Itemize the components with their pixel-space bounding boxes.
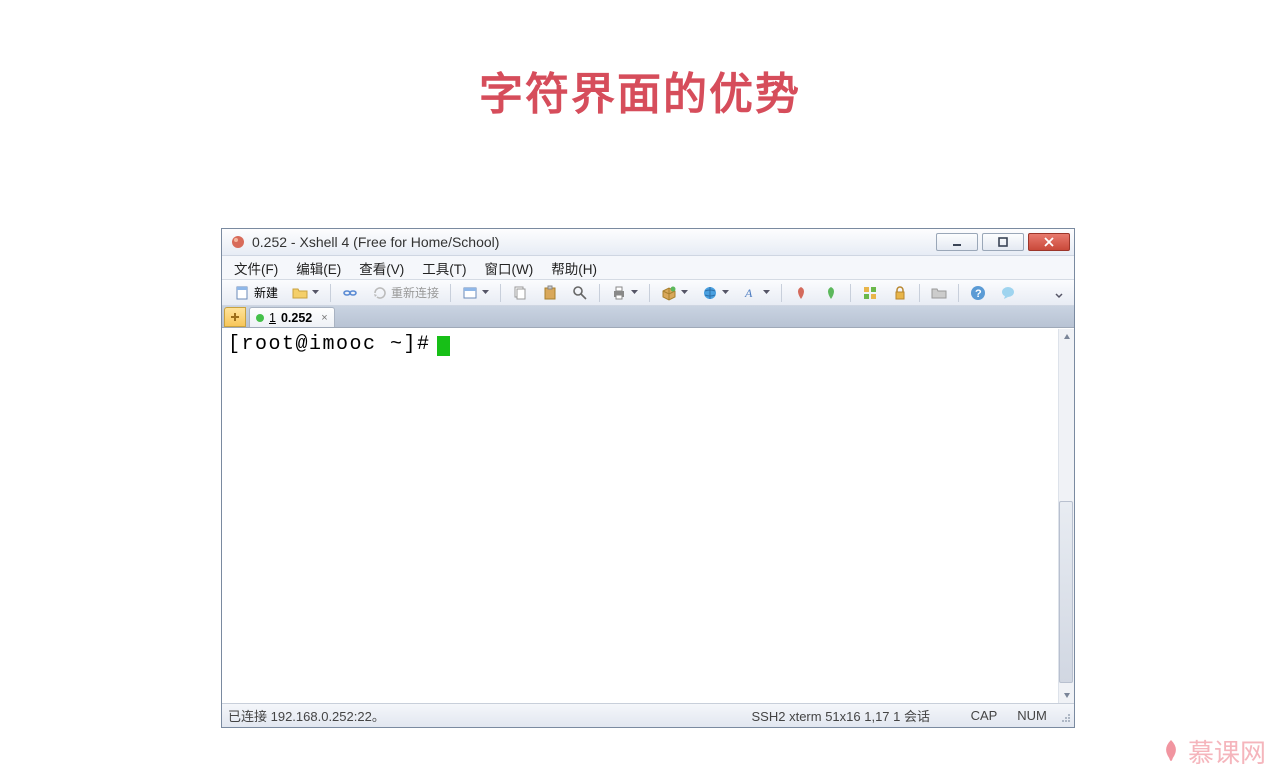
menu-bar: 文件(F) 编辑(E) 查看(V) 工具(T) 窗口(W) 帮助(H) xyxy=(222,256,1074,280)
toolbar-separator xyxy=(850,284,851,302)
lock-icon xyxy=(892,285,908,301)
menu-help[interactable]: 帮助(H) xyxy=(551,258,597,278)
chat-icon xyxy=(1000,285,1016,301)
copy-icon xyxy=(512,285,528,301)
chevron-down-icon xyxy=(681,289,688,296)
tab-close-button[interactable]: × xyxy=(321,312,327,324)
watermark-text: 慕课网 xyxy=(1188,733,1266,770)
grid-icon xyxy=(862,285,878,301)
minimize-button[interactable] xyxy=(936,233,978,251)
status-session-info: SSH2 xterm 51x16 1,17 1 会话 xyxy=(752,706,960,725)
font-icon: A xyxy=(743,285,759,301)
maximize-button[interactable] xyxy=(982,233,1024,251)
resize-grip-icon[interactable] xyxy=(1056,708,1072,724)
print-button[interactable] xyxy=(606,282,643,304)
status-capslock: CAP xyxy=(960,708,1008,723)
toolbar-separator xyxy=(500,284,501,302)
menu-file[interactable]: 文件(F) xyxy=(234,258,278,278)
reconnect-icon xyxy=(372,285,388,301)
tab-label: 0.252 xyxy=(281,311,312,325)
terminal-content: [root@imooc ~]# xyxy=(222,329,1074,360)
run-button[interactable] xyxy=(818,282,844,304)
status-numlock: NUM xyxy=(1008,708,1056,723)
folder-button[interactable] xyxy=(926,282,952,304)
scroll-thumb[interactable] xyxy=(1059,501,1073,683)
toolbar-separator xyxy=(330,284,331,302)
folder-icon xyxy=(931,285,947,301)
svg-text:?: ? xyxy=(975,288,982,300)
vertical-scrollbar[interactable] xyxy=(1058,329,1074,703)
globe-icon xyxy=(702,285,718,301)
chevron-down-icon xyxy=(312,289,319,296)
slide-title: 字符界面的优势 xyxy=(0,58,1280,122)
paste-icon xyxy=(542,285,558,301)
chevron-down-icon xyxy=(763,289,770,296)
new-button[interactable]: 新建 xyxy=(230,281,283,304)
flame-icon xyxy=(1160,739,1182,765)
link-icon xyxy=(342,285,358,301)
window-icon xyxy=(462,285,478,301)
title-bar[interactable]: 0.252 - Xshell 4 (Free for Home/School) xyxy=(222,229,1074,256)
open-button[interactable] xyxy=(287,282,324,304)
tab-bar: 1 0.252 × xyxy=(222,306,1074,328)
terminal-area[interactable]: [root@imooc ~]# xyxy=(222,328,1074,703)
leaf-red-icon xyxy=(793,285,809,301)
session-tab[interactable]: 1 0.252 × xyxy=(249,307,335,327)
menu-window[interactable]: 窗口(W) xyxy=(485,258,534,278)
plus-icon xyxy=(230,312,240,322)
link-button[interactable] xyxy=(337,282,363,304)
svg-text:A: A xyxy=(744,286,753,300)
menu-edit[interactable]: 编辑(E) xyxy=(296,258,341,278)
lock-button[interactable] xyxy=(887,282,913,304)
properties-button[interactable] xyxy=(457,282,494,304)
status-bar: 已连接 192.168.0.252:22。 SSH2 xterm 51x16 1… xyxy=(222,703,1074,727)
copy-button[interactable] xyxy=(507,282,533,304)
search-icon xyxy=(572,285,588,301)
new-icon xyxy=(235,285,251,301)
chevron-down-icon xyxy=(482,289,489,296)
font-button[interactable]: A xyxy=(738,282,775,304)
tile-button[interactable] xyxy=(857,282,883,304)
app-icon xyxy=(230,234,246,250)
print-icon xyxy=(611,285,627,301)
toolbar-separator xyxy=(450,284,451,302)
menu-tools[interactable]: 工具(T) xyxy=(422,258,466,278)
help-icon: ? xyxy=(970,285,986,301)
window-controls xyxy=(936,233,1074,251)
xshell-window: 0.252 - Xshell 4 (Free for Home/School) … xyxy=(221,228,1075,728)
leaf-green-icon xyxy=(823,285,839,301)
help-button[interactable]: ? xyxy=(965,282,991,304)
toolbar-separator xyxy=(599,284,600,302)
chevron-down-icon xyxy=(722,289,729,296)
close-button[interactable] xyxy=(1028,233,1070,251)
scroll-down-icon[interactable] xyxy=(1059,687,1075,703)
folder-open-icon xyxy=(292,285,308,301)
toolbar-separator xyxy=(649,284,650,302)
scroll-up-icon[interactable] xyxy=(1059,329,1075,345)
toolbar-separator xyxy=(781,284,782,302)
cursor-icon xyxy=(437,336,450,356)
tab-add-button[interactable] xyxy=(224,307,246,327)
search-button[interactable] xyxy=(567,282,593,304)
tab-index: 1 xyxy=(269,311,276,325)
transfer-button[interactable] xyxy=(656,282,693,304)
toolbar-separator xyxy=(958,284,959,302)
status-connection: 已连接 192.168.0.252:22。 xyxy=(222,706,752,725)
window-title: 0.252 - Xshell 4 (Free for Home/School) xyxy=(252,234,499,250)
terminal-prompt: [root@imooc ~]# xyxy=(228,333,431,356)
watermark: 慕课网 xyxy=(1160,733,1266,770)
chat-button[interactable] xyxy=(995,282,1021,304)
reconnect-button[interactable]: 重新连接 xyxy=(367,281,444,304)
menu-view[interactable]: 查看(V) xyxy=(359,258,404,278)
toolbar-separator xyxy=(919,284,920,302)
globe-button[interactable] xyxy=(697,282,734,304)
status-dot-icon xyxy=(256,314,264,322)
box-icon xyxy=(661,285,677,301)
toolbar: 新建 重新连接 A ? xyxy=(222,280,1074,306)
paste-button[interactable] xyxy=(537,282,563,304)
script-button[interactable] xyxy=(788,282,814,304)
chevron-down-icon xyxy=(631,289,638,296)
chevron-down-icon xyxy=(1055,287,1063,299)
toolbar-overflow[interactable] xyxy=(1050,284,1068,302)
